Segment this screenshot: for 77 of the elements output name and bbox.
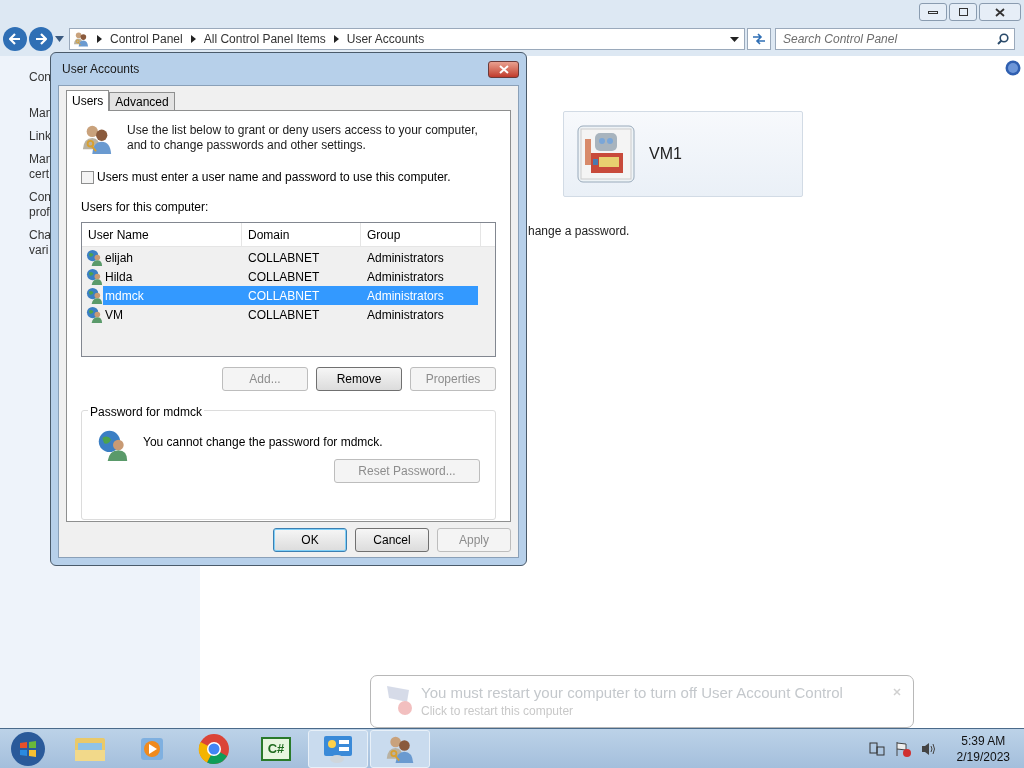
refresh-button[interactable]: [747, 28, 771, 50]
column-header[interactable]: User Name: [82, 223, 242, 246]
intro-text: Use the list below to grant or deny users access to your computer, and to change passwords and other settings.: [127, 123, 479, 154]
breadcrumb-item[interactable]: All Control Panel Items: [203, 30, 326, 48]
user-globe-icon: [86, 287, 103, 304]
table-row[interactable]: VM COLLABNET Administrators: [103, 305, 478, 324]
forward-button[interactable]: [29, 27, 53, 51]
clock-date[interactable]: 2/19/2023: [956, 748, 1010, 765]
minimize-button[interactable]: [919, 3, 947, 21]
column-header[interactable]: Group: [361, 223, 481, 246]
account-card[interactable]: VM1: [563, 111, 803, 197]
checkbox[interactable]: [81, 170, 94, 184]
column-header[interactable]: Domain: [242, 223, 361, 246]
control-panel-icon: [323, 734, 353, 763]
account-name: VM1: [649, 144, 682, 164]
back-icon: [9, 33, 21, 45]
password-message: You cannot change the password for mdmck.: [143, 434, 383, 451]
close-button[interactable]: [979, 3, 1021, 21]
table-cell-text: COLLABNET: [247, 268, 321, 286]
table-cell-text: Administrators: [366, 268, 445, 286]
address-bar[interactable]: Control Panel All Control Panel Items User Accounts: [69, 28, 745, 50]
table-cell-text: mdmck: [104, 287, 145, 305]
flag-error-icon[interactable]: [894, 740, 911, 757]
tab[interactable]: Users: [66, 90, 110, 111]
search-icon[interactable]: [997, 33, 1009, 45]
user-globe-icon: [86, 268, 103, 285]
dialog-button[interactable]: OK: [273, 527, 347, 552]
clock-time[interactable]: 5:39 AM: [961, 732, 1006, 749]
restore-button[interactable]: [949, 3, 977, 21]
breadcrumb-item[interactable]: User Accounts: [346, 30, 425, 48]
breadcrumb-item[interactable]: Control Panel: [110, 30, 183, 48]
table-cell-text: Hilda: [104, 268, 134, 286]
table-cell-text: elijah: [104, 249, 135, 267]
user-globe-icon: [97, 429, 129, 461]
table-cell-text: COLLABNET: [247, 306, 321, 324]
speaker-icon[interactable]: [920, 740, 937, 757]
chevron-icon: [97, 35, 102, 43]
table-row[interactable]: elijah COLLABNET Administrators: [103, 248, 478, 267]
refresh-icon: [752, 33, 766, 45]
notification-title: You must restart your computer to turn off User Account Control: [421, 684, 843, 702]
tab[interactable]: Advanced: [109, 92, 175, 110]
table-cell-text: VM: [104, 306, 124, 324]
network-icon[interactable]: [868, 740, 885, 757]
dialog-title: User Accounts: [62, 61, 140, 78]
table-cell-text: Administrators: [366, 306, 445, 324]
code-editor-icon: C#: [261, 736, 291, 761]
dropdown-icon: [55, 36, 64, 42]
taskbar-button[interactable]: [370, 729, 430, 768]
user-globe-icon: [86, 306, 103, 323]
table-cell-text: Administrators: [366, 249, 445, 267]
users-icon: [81, 123, 113, 155]
table-cell-text: COLLABNET: [247, 287, 321, 305]
browser-icon: [198, 732, 230, 765]
windows-logo-icon: [10, 730, 46, 767]
taskbar-button[interactable]: [308, 729, 368, 768]
change-password-link[interactable]: hange a password.: [528, 222, 630, 240]
chevron-icon: [190, 35, 196, 43]
robot-avatar: [577, 125, 635, 183]
dialog-button[interactable]: Remove: [316, 367, 402, 391]
close-button[interactable]: [488, 60, 519, 78]
dialog-button[interactable]: Cancel: [355, 527, 429, 552]
user-globe-icon: [86, 249, 103, 266]
chevron-icon: [333, 35, 339, 43]
checkbox-label: Users must enter a user name and password to use this computer.: [97, 169, 451, 186]
search-field[interactable]: Search Control Panel: [775, 28, 1015, 50]
table-cell-text: Administrators: [366, 287, 445, 305]
list-label: Users for this computer:: [81, 199, 210, 216]
forward-icon: [35, 33, 47, 45]
play-icon: [139, 735, 165, 762]
table-row[interactable]: Hilda COLLABNET Administrators: [103, 267, 478, 286]
dropdown-icon: [730, 36, 739, 42]
back-button[interactable]: [3, 27, 27, 51]
users-icon: [73, 31, 89, 47]
close-icon: [498, 64, 509, 74]
close-icon: [995, 7, 1005, 17]
taskbar-button[interactable]: C#: [246, 729, 306, 768]
table-cell-text: COLLABNET: [247, 249, 321, 267]
